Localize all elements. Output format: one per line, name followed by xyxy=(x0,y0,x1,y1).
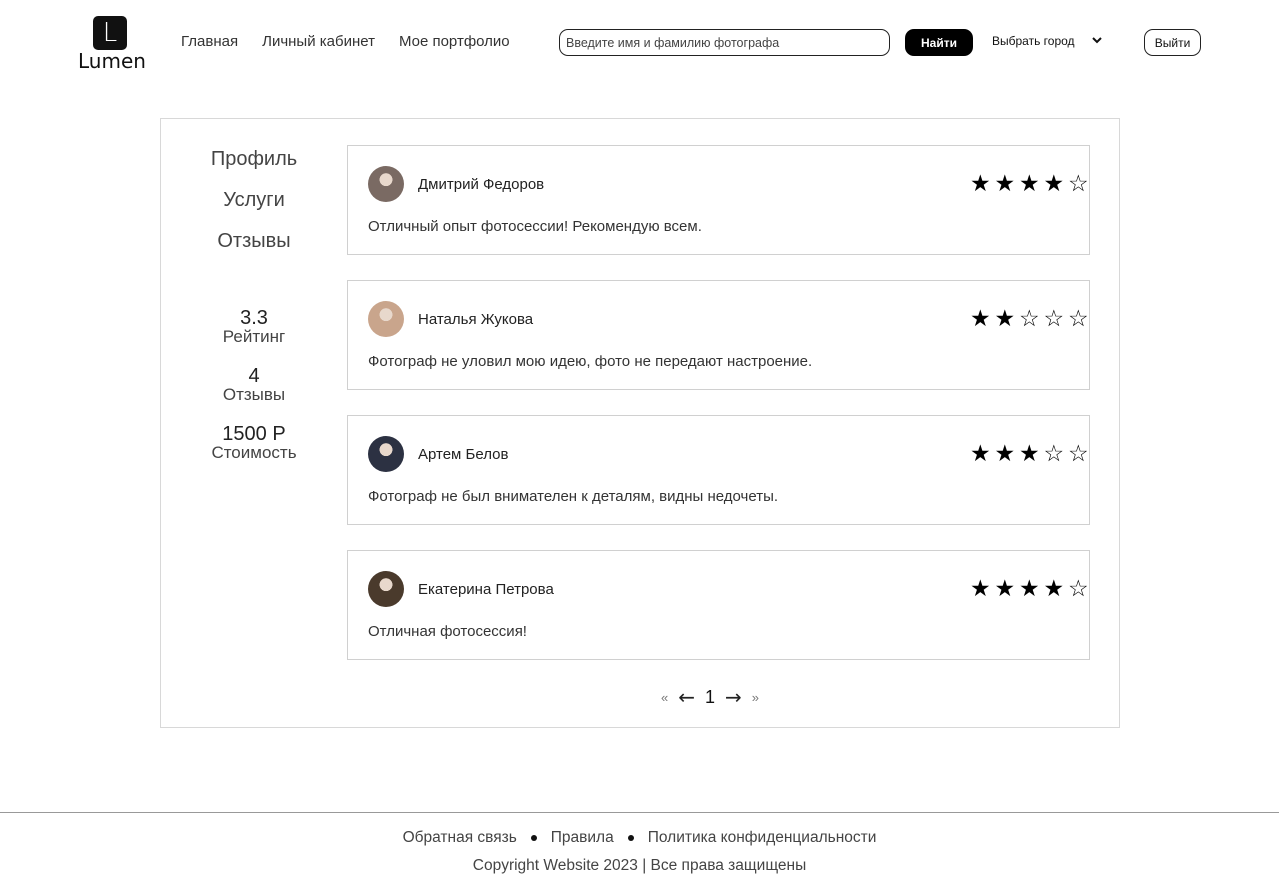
side-menu: Профиль Услуги Отзывы xyxy=(161,145,347,268)
star-filled-icon: ★ xyxy=(994,441,1016,467)
bullet-separator xyxy=(530,835,537,841)
logo[interactable]: L Lumen xyxy=(78,16,146,73)
side-menu-reviews[interactable]: Отзывы xyxy=(161,227,347,268)
review-card: Наталья Жукова ★ ★ ☆ ☆ ☆ Фотограф не уловил … xyxy=(347,280,1090,390)
nav-portfolio[interactable]: Мое портфолио xyxy=(399,33,510,50)
star-rating: ★ ★ ☆ ☆ ☆ xyxy=(968,306,1091,332)
chevron-down-icon xyxy=(1092,37,1102,44)
side-menu-profile[interactable]: Профиль xyxy=(161,145,347,186)
star-filled-icon: ★ xyxy=(1043,576,1065,602)
last-page-link[interactable]: » xyxy=(752,690,759,705)
bullet-separator xyxy=(627,835,634,841)
footer-link-feedback[interactable]: Обратная связь xyxy=(403,829,517,847)
reviewer-name: Дмитрий Федоров xyxy=(418,176,545,193)
stat-value: 4 xyxy=(248,365,260,387)
stat-label: Рейтинг xyxy=(222,327,286,346)
review-text: Отличная фотосессия! xyxy=(368,623,527,640)
review-card: Екатерина Петрова ★ ★ ★ ★ ☆ Отличная фотосес… xyxy=(347,550,1090,660)
star-empty-icon: ☆ xyxy=(1067,441,1089,467)
city-select-label: Выбрать город xyxy=(992,34,1075,48)
review-card: Дмитрий Федоров ★ ★ ★ ★ ☆ Отличный опыт фото… xyxy=(347,145,1090,255)
star-empty-icon: ☆ xyxy=(1043,306,1065,332)
logout-button[interactable]: Выйти xyxy=(1144,29,1201,56)
copyright: Copyright Website 2023 | Все права защищ… xyxy=(472,857,807,874)
star-rating: ★ ★ ★ ★ ☆ xyxy=(968,171,1091,197)
footer-link-rules[interactable]: Правила xyxy=(551,829,614,847)
stat-value: 3.3 xyxy=(240,307,268,329)
nav-home[interactable]: Главная xyxy=(181,33,238,50)
star-filled-icon: ★ xyxy=(969,576,991,602)
find-button[interactable]: Найти xyxy=(905,29,973,56)
star-filled-icon: ★ xyxy=(1018,171,1040,197)
reviewer-name: Наталья Жукова xyxy=(418,311,534,328)
star-empty-icon: ☆ xyxy=(1067,306,1089,332)
star-filled-icon: ★ xyxy=(994,306,1016,332)
logo-mark: L xyxy=(93,16,127,50)
stat-rating: 3.3 Рейтинг xyxy=(161,307,347,365)
stat-label: Отзывы xyxy=(222,385,286,404)
stat-label: Стоимость xyxy=(211,443,297,462)
star-filled-icon: ★ xyxy=(1018,441,1040,467)
prev-arrow-icon[interactable]: ← xyxy=(678,685,695,709)
side-menu-services[interactable]: Услуги xyxy=(161,186,347,227)
city-select[interactable]: Выбрать город xyxy=(992,34,1102,48)
nav-account[interactable]: Личный кабинет xyxy=(262,33,375,50)
star-filled-icon: ★ xyxy=(1018,576,1040,602)
first-page-link[interactable]: « xyxy=(661,690,668,705)
star-rating: ★ ★ ★ ☆ ☆ xyxy=(968,441,1091,467)
avatar xyxy=(368,571,404,607)
star-empty-icon: ☆ xyxy=(1043,441,1065,467)
reviewer-name: Екатерина Петрова xyxy=(418,581,554,598)
logo-text: Lumen xyxy=(78,49,146,73)
stat-price: 1500 Р Стоимость xyxy=(161,423,347,481)
star-filled-icon: ★ xyxy=(969,171,991,197)
review-text: Фотограф не уловил мою идею, фото не пер… xyxy=(368,353,813,370)
stat-reviews-count: 4 Отзывы xyxy=(161,365,347,423)
profile-stats: 3.3 Рейтинг 4 Отзывы 1500 Р Стоимость xyxy=(161,307,347,481)
pagination: « ← 1 → » xyxy=(661,685,759,709)
stat-value: 1500 Р xyxy=(222,423,286,445)
header: L Lumen Главная Личный кабинет Мое портф… xyxy=(0,0,1279,84)
review-text: Фотограф не был внимателен к деталям, ви… xyxy=(368,488,779,505)
avatar xyxy=(368,166,404,202)
next-arrow-icon[interactable]: → xyxy=(725,685,742,709)
star-empty-icon: ☆ xyxy=(1018,306,1040,332)
star-empty-icon: ☆ xyxy=(1067,576,1089,602)
photographer-search-input[interactable] xyxy=(559,29,890,56)
avatar xyxy=(368,436,404,472)
footer-link-privacy[interactable]: Политика конфиденциальности xyxy=(648,829,877,847)
main-nav: Главная Личный кабинет Мое портфолио xyxy=(181,33,510,50)
star-filled-icon: ★ xyxy=(969,306,991,332)
star-filled-icon: ★ xyxy=(994,171,1016,197)
current-page[interactable]: 1 xyxy=(705,687,715,708)
avatar xyxy=(368,301,404,337)
footer-links: Обратная связь Правила Политика конфиден… xyxy=(0,829,1279,847)
star-filled-icon: ★ xyxy=(969,441,991,467)
review-text: Отличный опыт фотосессии! Рекомендую все… xyxy=(368,218,702,235)
footer: Обратная связь Правила Политика конфиден… xyxy=(0,812,1279,876)
star-empty-icon: ☆ xyxy=(1067,171,1089,197)
star-filled-icon: ★ xyxy=(994,576,1016,602)
review-card: Артем Белов ★ ★ ★ ☆ ☆ Фотограф не был внимат… xyxy=(347,415,1090,525)
star-rating: ★ ★ ★ ★ ☆ xyxy=(968,576,1091,602)
profile-panel: Профиль Услуги Отзывы 3.3 Рейтинг 4 Отзы… xyxy=(160,118,1120,728)
star-filled-icon: ★ xyxy=(1043,171,1065,197)
reviewer-name: Артем Белов xyxy=(418,446,509,463)
